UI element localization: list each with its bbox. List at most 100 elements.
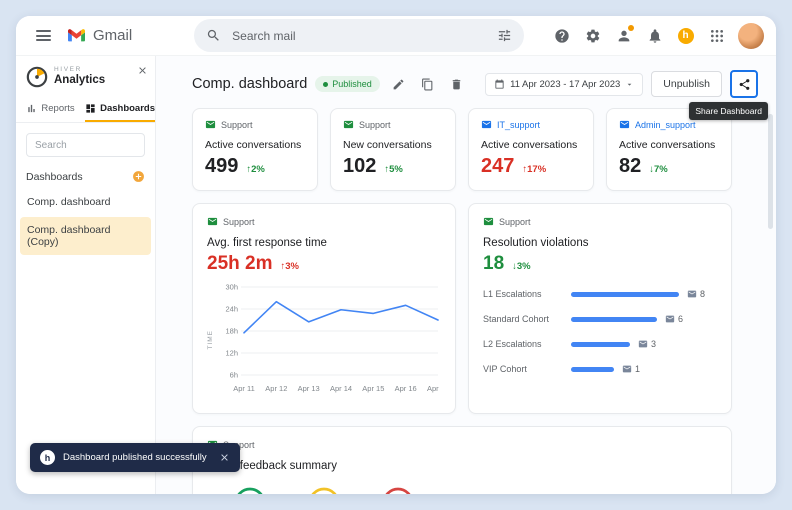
hiver-toast-icon: h (40, 450, 55, 465)
dashboard-main: Comp. dashboard Published 11 Apr 2023 - … (156, 56, 776, 494)
google-apps-button[interactable] (703, 22, 730, 49)
svg-text:Apr 11: Apr 11 (233, 384, 255, 393)
svg-text:30h: 30h (225, 283, 238, 292)
share-icon (738, 78, 751, 91)
gmail-m-icon (66, 27, 87, 44)
calendar-icon (494, 79, 505, 90)
add-dashboard-icon[interactable] (132, 170, 145, 183)
sidebar-search-input[interactable] (26, 133, 145, 157)
gmail-topbar: Gmail h (16, 16, 776, 56)
sad-face-icon (381, 486, 415, 494)
violations-bar-list: L1 Escalations 8 Standard Cohort 6 L2 Es… (483, 289, 717, 374)
mail-icon (207, 216, 218, 227)
svg-text:Apr 14: Apr 14 (330, 384, 352, 393)
unpublish-button[interactable]: Unpublish (651, 71, 722, 97)
topbar-icons: h (548, 22, 764, 49)
csat-feedback-card[interactable]: Support CSAT feedback summary (192, 426, 732, 494)
gmail-search-bar[interactable] (194, 19, 524, 52)
violation-bar (571, 292, 679, 297)
violation-label: Standard Cohort (483, 314, 563, 324)
metric-label: Active conversations (205, 139, 305, 151)
dashboards-icon (85, 103, 96, 114)
close-icon (219, 452, 230, 463)
search-input[interactable] (230, 28, 488, 44)
hiver-label: HIVER (54, 66, 105, 73)
kpi-card-new-conversations-support[interactable]: Support New conversations 102↑5% (330, 108, 456, 191)
inbox-tag: IT_support (481, 119, 581, 130)
metric-value: 82 (619, 155, 641, 178)
delete-dashboard-button[interactable] (446, 74, 467, 95)
mail-icon (483, 216, 494, 227)
response-time-line-chart: 6h12h18h24h30hApr 11Apr 12Apr 13Apr 14Ap… (214, 279, 441, 401)
toast-close-button[interactable] (219, 452, 230, 463)
share-dashboard-button[interactable] (730, 70, 758, 98)
hiver-extension-button[interactable]: h (672, 22, 699, 49)
sidebar-header: HIVER Analytics (16, 56, 155, 96)
search-icon[interactable] (206, 28, 221, 43)
date-range-picker[interactable]: 11 Apr 2023 - 17 Apr 2023 (485, 73, 643, 96)
middle-row: Support Avg. first response time 25h 2m↑… (192, 203, 732, 414)
violation-bar (571, 342, 630, 347)
neutral-face-icon (307, 486, 341, 494)
gear-icon (585, 28, 601, 44)
mail-icon (665, 314, 675, 324)
tab-reports[interactable]: Reports (16, 96, 85, 122)
violation-row: VIP Cohort 1 (483, 364, 717, 374)
metric-value: 102 (343, 155, 376, 178)
profile-avatar[interactable] (738, 23, 764, 49)
reports-icon (26, 103, 37, 114)
kpi-card-active-conversations-admin-support[interactable]: Admin_support Active conversations 82↓7% (606, 108, 732, 191)
svg-text:Apr 13: Apr 13 (298, 384, 320, 393)
share-tooltip: Share Dashboard (689, 102, 768, 120)
metric-delta: ↑17% (522, 164, 546, 175)
y-axis-label: TIME (207, 330, 214, 350)
scrollbar[interactable] (768, 114, 773, 229)
kpi-card-active-conversations-it-support[interactable]: IT_support Active conversations 247↑17% (468, 108, 594, 191)
help-button[interactable] (548, 22, 575, 49)
svg-text:Apr 12: Apr 12 (265, 384, 287, 393)
sidebar-search (16, 123, 155, 161)
svg-text:18h: 18h (225, 327, 238, 336)
violation-row: Standard Cohort 6 (483, 314, 717, 324)
metric-delta: ↑5% (384, 164, 402, 175)
tab-dashboards[interactable]: Dashboards (85, 96, 155, 122)
close-sidebar-button[interactable] (135, 63, 150, 78)
copy-icon (421, 78, 434, 91)
svg-text:Apr 15: Apr 15 (362, 384, 384, 393)
notifications-button[interactable] (641, 22, 668, 49)
happy-face-icon (233, 486, 267, 494)
main-menu-button[interactable] (28, 21, 58, 51)
resolution-violations-card[interactable]: Support Resolution violations 18↓3% L1 E… (468, 203, 732, 414)
hiver-analytics-sidebar: HIVER Analytics Reports Dashboards (16, 56, 156, 494)
sidebar-item-comp-dashboard-copy[interactable]: Comp. dashboard (Copy) (20, 217, 151, 255)
kpi-row: Support Active conversations 499↑2% Supp… (192, 108, 732, 191)
card-title: CSAT feedback summary (207, 460, 717, 472)
mail-icon (343, 119, 354, 130)
inbox-tag: Support (205, 119, 305, 130)
csat-faces (207, 486, 717, 494)
hiver-analytics-logo-icon (26, 66, 48, 88)
mail-icon (638, 339, 648, 349)
dashboard-cards: Support Active conversations 499↑2% Supp… (192, 99, 758, 494)
svg-text:Apr 17: Apr 17 (427, 384, 441, 393)
card-title: Avg. first response time (207, 237, 441, 249)
violation-bar (571, 317, 657, 322)
tab-reports-label: Reports (41, 103, 74, 114)
gmail-logo[interactable]: Gmail (66, 27, 132, 44)
settings-button[interactable] (579, 22, 606, 49)
svg-text:Apr 16: Apr 16 (395, 384, 417, 393)
share-button-wrap: Share Dashboard (730, 70, 758, 98)
violation-count: 3 (638, 339, 656, 349)
dashboards-section-header: Dashboards (16, 161, 155, 188)
duplicate-dashboard-button[interactable] (417, 74, 438, 95)
metric-delta: ↑3% (280, 261, 298, 272)
kpi-card-active-conversations-support[interactable]: Support Active conversations 499↑2% (192, 108, 318, 191)
account-button[interactable] (610, 22, 637, 49)
edit-dashboard-button[interactable] (388, 74, 409, 95)
chevron-down-icon (625, 80, 634, 89)
avg-first-response-time-card[interactable]: Support Avg. first response time 25h 2m↑… (192, 203, 456, 414)
svg-text:6h: 6h (230, 371, 238, 380)
search-filter-tune-icon[interactable] (497, 28, 512, 43)
sidebar-item-comp-dashboard[interactable]: Comp. dashboard (20, 189, 151, 215)
apps-grid-icon (709, 28, 725, 44)
